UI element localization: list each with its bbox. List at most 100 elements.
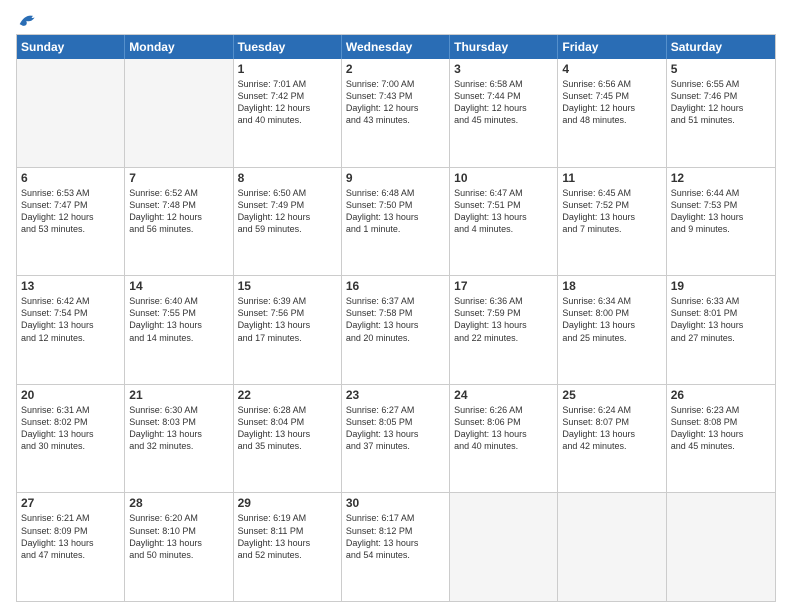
day-cell-19: 19 Sunrise: 6:33 AM Sunset: 8:01 PM Dayli… [667,276,775,384]
empty-cell [667,493,775,601]
day-cell-1: 1Sunrise: 7:01 AM Sunset: 7:42 PM Daylig… [234,59,342,167]
day-cell-24: 24 Sunrise: 6:26 AM Sunset: 8:06 PM Dayli… [450,385,558,493]
day-cell-21: 21 Sunrise: 6:30 AM Sunset: 8:03 PM Dayli… [125,385,233,493]
day-number: 26 [671,388,771,402]
cell-details: Sunrise: 6:36 AM Sunset: 7:59 PM Dayligh… [454,295,553,344]
day-cell-5: 5 Sunrise: 6:55 AM Sunset: 7:46 PM Daylig… [667,59,775,167]
empty-cell [558,493,666,601]
cell-details: Sunrise: 6:45 AM Sunset: 7:52 PM Dayligh… [562,187,661,236]
cell-details: Sunrise: 6:26 AM Sunset: 8:06 PM Dayligh… [454,404,553,453]
cell-details: Sunrise: 6:30 AM Sunset: 8:03 PM Dayligh… [129,404,228,453]
day-number: 15 [238,279,337,293]
header-day-friday: Friday [558,35,666,59]
header-day-thursday: Thursday [450,35,558,59]
day-number: 11 [562,171,661,185]
day-cell-30: 30 Sunrise: 6:17 AM Sunset: 8:12 PM Dayli… [342,493,450,601]
cell-details: Sunrise: 6:50 AM Sunset: 7:49 PM Dayligh… [238,187,337,236]
day-number: 6 [21,171,120,185]
day-cell-18: 18 Sunrise: 6:34 AM Sunset: 8:00 PM Dayli… [558,276,666,384]
day-cell-9: 9 Sunrise: 6:48 AM Sunset: 7:50 PM Daylig… [342,168,450,276]
day-cell-13: 13 Sunrise: 6:42 AM Sunset: 7:54 PM Dayli… [17,276,125,384]
day-number: 21 [129,388,228,402]
day-cell-22: 22Sunrise: 6:28 AM Sunset: 8:04 PM Dayli… [234,385,342,493]
day-cell-27: 27Sunrise: 6:21 AM Sunset: 8:09 PM Dayli… [17,493,125,601]
cell-details: Sunrise: 7:00 AM Sunset: 7:43 PM Dayligh… [346,78,445,127]
day-cell-14: 14 Sunrise: 6:40 AM Sunset: 7:55 PM Dayli… [125,276,233,384]
cell-details: Sunrise: 6:19 AM Sunset: 8:11 PM Dayligh… [238,512,337,561]
day-number: 2 [346,62,445,76]
day-cell-15: 15 Sunrise: 6:39 AM Sunset: 7:56 PM Dayli… [234,276,342,384]
day-number: 3 [454,62,553,76]
day-number: 5 [671,62,771,76]
day-number: 27 [21,496,120,510]
cell-details: Sunrise: 6:56 AM Sunset: 7:45 PM Dayligh… [562,78,661,127]
day-number: 9 [346,171,445,185]
day-number: 30 [346,496,445,510]
cell-details: Sunrise: 6:37 AM Sunset: 7:58 PM Dayligh… [346,295,445,344]
week-row-2: 6 Sunrise: 6:53 AM Sunset: 7:47 PM Daylig… [17,168,775,277]
day-number: 13 [21,279,120,293]
day-cell-17: 17 Sunrise: 6:36 AM Sunset: 7:59 PM Dayli… [450,276,558,384]
cell-details: Sunrise: 6:31 AM Sunset: 8:02 PM Dayligh… [21,404,120,453]
calendar: SundayMondayTuesdayWednesdayThursdayFrid… [16,34,776,602]
empty-cell [450,493,558,601]
header-day-wednesday: Wednesday [342,35,450,59]
day-number: 19 [671,279,771,293]
cell-details: Sunrise: 6:33 AM Sunset: 8:01 PM Dayligh… [671,295,771,344]
day-number: 12 [671,171,771,185]
day-cell-6: 6 Sunrise: 6:53 AM Sunset: 7:47 PM Daylig… [17,168,125,276]
day-cell-7: 7Sunrise: 6:52 AM Sunset: 7:48 PM Daylig… [125,168,233,276]
day-cell-25: 25Sunrise: 6:24 AM Sunset: 8:07 PM Dayli… [558,385,666,493]
cell-details: Sunrise: 6:52 AM Sunset: 7:48 PM Dayligh… [129,187,228,236]
day-cell-16: 16 Sunrise: 6:37 AM Sunset: 7:58 PM Dayli… [342,276,450,384]
day-cell-2: 2 Sunrise: 7:00 AM Sunset: 7:43 PM Daylig… [342,59,450,167]
day-number: 17 [454,279,553,293]
header-day-monday: Monday [125,35,233,59]
week-row-5: 27Sunrise: 6:21 AM Sunset: 8:09 PM Dayli… [17,493,775,601]
day-cell-28: 28 Sunrise: 6:20 AM Sunset: 8:10 PM Dayli… [125,493,233,601]
day-number: 24 [454,388,553,402]
day-number: 29 [238,496,337,510]
cell-details: Sunrise: 6:40 AM Sunset: 7:55 PM Dayligh… [129,295,228,344]
day-cell-3: 3 Sunrise: 6:58 AM Sunset: 7:44 PM Daylig… [450,59,558,167]
cell-details: Sunrise: 6:20 AM Sunset: 8:10 PM Dayligh… [129,512,228,561]
day-cell-4: 4 Sunrise: 6:56 AM Sunset: 7:45 PM Daylig… [558,59,666,167]
cell-details: Sunrise: 6:47 AM Sunset: 7:51 PM Dayligh… [454,187,553,236]
cell-details: Sunrise: 6:34 AM Sunset: 8:00 PM Dayligh… [562,295,661,344]
day-number: 10 [454,171,553,185]
day-cell-20: 20 Sunrise: 6:31 AM Sunset: 8:02 PM Dayli… [17,385,125,493]
logo-bird-icon [18,12,38,28]
week-row-3: 13 Sunrise: 6:42 AM Sunset: 7:54 PM Dayli… [17,276,775,385]
cell-details: Sunrise: 6:53 AM Sunset: 7:47 PM Dayligh… [21,187,120,236]
day-number: 28 [129,496,228,510]
day-number: 16 [346,279,445,293]
empty-cell [17,59,125,167]
day-number: 20 [21,388,120,402]
day-cell-8: 8 Sunrise: 6:50 AM Sunset: 7:49 PM Daylig… [234,168,342,276]
day-cell-11: 11 Sunrise: 6:45 AM Sunset: 7:52 PM Dayli… [558,168,666,276]
day-cell-12: 12Sunrise: 6:44 AM Sunset: 7:53 PM Dayli… [667,168,775,276]
week-row-1: 1Sunrise: 7:01 AM Sunset: 7:42 PM Daylig… [17,59,775,168]
day-number: 18 [562,279,661,293]
week-row-4: 20 Sunrise: 6:31 AM Sunset: 8:02 PM Dayli… [17,385,775,494]
cell-details: Sunrise: 7:01 AM Sunset: 7:42 PM Dayligh… [238,78,337,127]
cell-details: Sunrise: 6:58 AM Sunset: 7:44 PM Dayligh… [454,78,553,127]
calendar-body: 1Sunrise: 7:01 AM Sunset: 7:42 PM Daylig… [17,59,775,601]
day-number: 14 [129,279,228,293]
day-number: 8 [238,171,337,185]
cell-details: Sunrise: 6:39 AM Sunset: 7:56 PM Dayligh… [238,295,337,344]
day-number: 25 [562,388,661,402]
cell-details: Sunrise: 6:42 AM Sunset: 7:54 PM Dayligh… [21,295,120,344]
header [16,12,776,28]
cell-details: Sunrise: 6:48 AM Sunset: 7:50 PM Dayligh… [346,187,445,236]
cell-details: Sunrise: 6:55 AM Sunset: 7:46 PM Dayligh… [671,78,771,127]
cell-details: Sunrise: 6:28 AM Sunset: 8:04 PM Dayligh… [238,404,337,453]
day-number: 23 [346,388,445,402]
empty-cell [125,59,233,167]
day-cell-29: 29 Sunrise: 6:19 AM Sunset: 8:11 PM Dayli… [234,493,342,601]
header-day-saturday: Saturday [667,35,775,59]
cell-details: Sunrise: 6:17 AM Sunset: 8:12 PM Dayligh… [346,512,445,561]
page: SundayMondayTuesdayWednesdayThursdayFrid… [0,0,792,612]
header-day-tuesday: Tuesday [234,35,342,59]
day-number: 4 [562,62,661,76]
